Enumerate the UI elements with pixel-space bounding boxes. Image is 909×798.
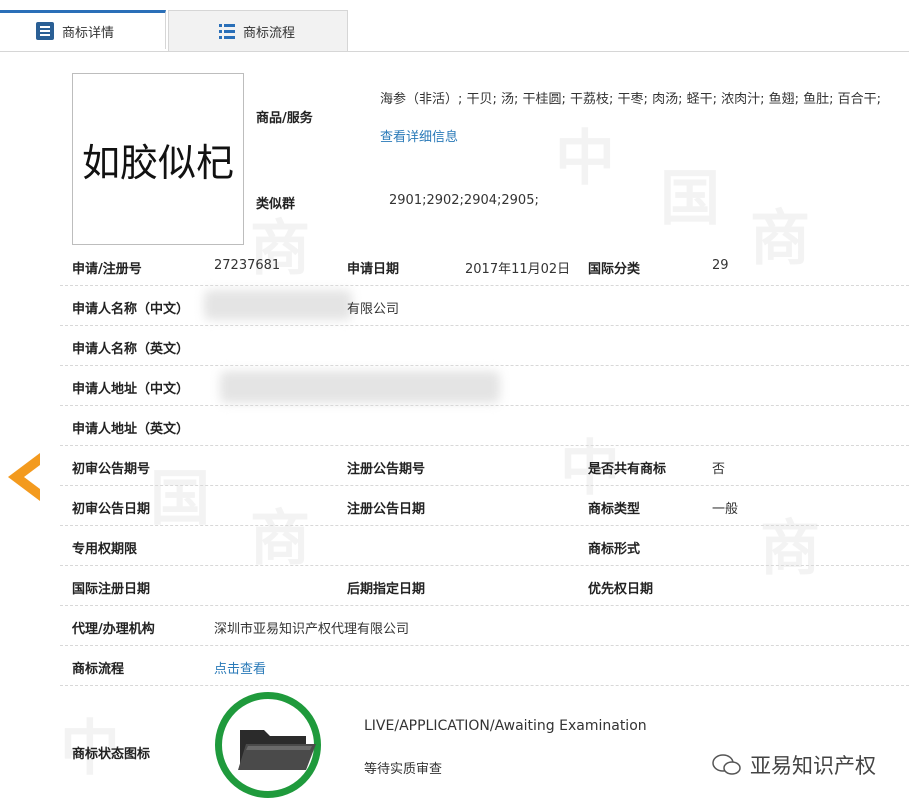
tab-label: 商标流程 — [243, 26, 296, 41]
applicant-en-label: 申请人名称（英文） — [72, 342, 190, 357]
prev-arrow-inner — [24, 465, 40, 489]
goods-label: 商品/服务 — [256, 111, 313, 126]
watermark: 商 — [760, 514, 820, 584]
status-en: LIVE/APPLICATION/Awaiting Examination — [364, 718, 647, 734]
mark-type-label: 商标类型 — [588, 502, 641, 517]
folder-icon — [238, 730, 316, 770]
agent-label: 代理/办理机构 — [72, 622, 155, 637]
agent-value: 深圳市亚易知识产权代理有限公司 — [214, 622, 410, 637]
redacted-text — [204, 290, 352, 320]
row-divider — [60, 525, 909, 526]
goods-value: 海参（非活）; 干贝; 汤; 干桂圆; 干荔枝; 干枣; 肉汤; 蛏干; 浓肉汁… — [380, 92, 882, 107]
trademark-image: 如胶似杞 — [72, 73, 244, 245]
view-flow-link[interactable]: 点击查看 — [214, 658, 266, 677]
address-cn-label: 申请人地址（中文） — [72, 382, 190, 397]
row-divider — [60, 645, 909, 646]
mark-type-value: 一般 — [712, 502, 739, 517]
apply-date-label: 申请日期 — [347, 262, 400, 277]
watermark: 国 — [150, 464, 210, 534]
shared-mark-value: 否 — [712, 462, 726, 477]
applicant-cn-label: 申请人名称（中文） — [72, 302, 190, 317]
row-divider — [60, 285, 909, 286]
row-divider — [60, 565, 909, 566]
address-en-label: 申请人地址（英文） — [72, 422, 190, 437]
view-details-link[interactable]: 查看详细信息 — [380, 126, 458, 145]
row-divider — [60, 485, 909, 486]
row-divider — [60, 405, 909, 406]
similar-group-label: 类似群 — [256, 197, 296, 212]
reg-no-label: 申请/注册号 — [72, 262, 142, 277]
tab-mark-flow[interactable]: 商标流程 — [168, 10, 348, 52]
mark-flow-label: 商标流程 — [72, 662, 125, 677]
intl-reg-date-label: 国际注册日期 — [72, 582, 151, 597]
similar-group-value: 2901;2902;2904;2905; — [389, 193, 539, 208]
watermark: 商 — [250, 214, 310, 284]
tab-mark-details[interactable]: 商标详情 — [0, 10, 166, 49]
watermark: 商 — [750, 204, 810, 274]
status-icon-label: 商标状态图标 — [72, 747, 151, 762]
reg-pub-no-label: 注册公告期号 — [347, 462, 426, 477]
prelim-date-label: 初审公告日期 — [72, 502, 151, 517]
tab-bar: 商标详情 商标流程 — [0, 0, 909, 52]
row-divider — [60, 605, 909, 606]
wechat-icon — [712, 754, 741, 775]
watermark: 商 — [250, 504, 310, 574]
watermark: 国 — [660, 164, 720, 234]
shared-mark-label: 是否共有商标 — [588, 462, 667, 477]
list-icon — [219, 24, 235, 39]
reg-pub-date-label: 注册公告日期 — [347, 502, 426, 517]
row-divider — [60, 685, 909, 686]
prelim-no-label: 初审公告期号 — [72, 462, 151, 477]
tab-label: 商标详情 — [62, 25, 115, 41]
row-divider — [60, 325, 909, 326]
trademark-image-text: 如胶似杞 — [81, 140, 234, 185]
row-divider — [60, 445, 909, 446]
tab-divider — [0, 51, 909, 52]
row-divider — [60, 365, 909, 366]
priority-date-label: 优先权日期 — [588, 582, 654, 597]
status-cn: 等待实质审查 — [364, 762, 443, 777]
mark-form-label: 商标形式 — [588, 542, 641, 557]
watermark: 中 — [555, 124, 615, 194]
apply-date-value: 2017年11月02日 — [465, 262, 571, 277]
applicant-cn-value: 有限公司 — [347, 302, 400, 317]
reg-no-value: 27237681 — [214, 258, 281, 273]
footer-brand-text: 亚易知识产权 — [750, 754, 876, 778]
exclusive-term-label: 专用权期限 — [72, 542, 138, 557]
intl-class-value: 29 — [712, 258, 729, 273]
later-designation-label: 后期指定日期 — [347, 582, 426, 597]
intl-class-label: 国际分类 — [588, 262, 641, 277]
footer-brand: 亚易知识产权 — [712, 750, 876, 780]
redacted-text — [220, 371, 500, 403]
document-icon — [36, 22, 54, 40]
